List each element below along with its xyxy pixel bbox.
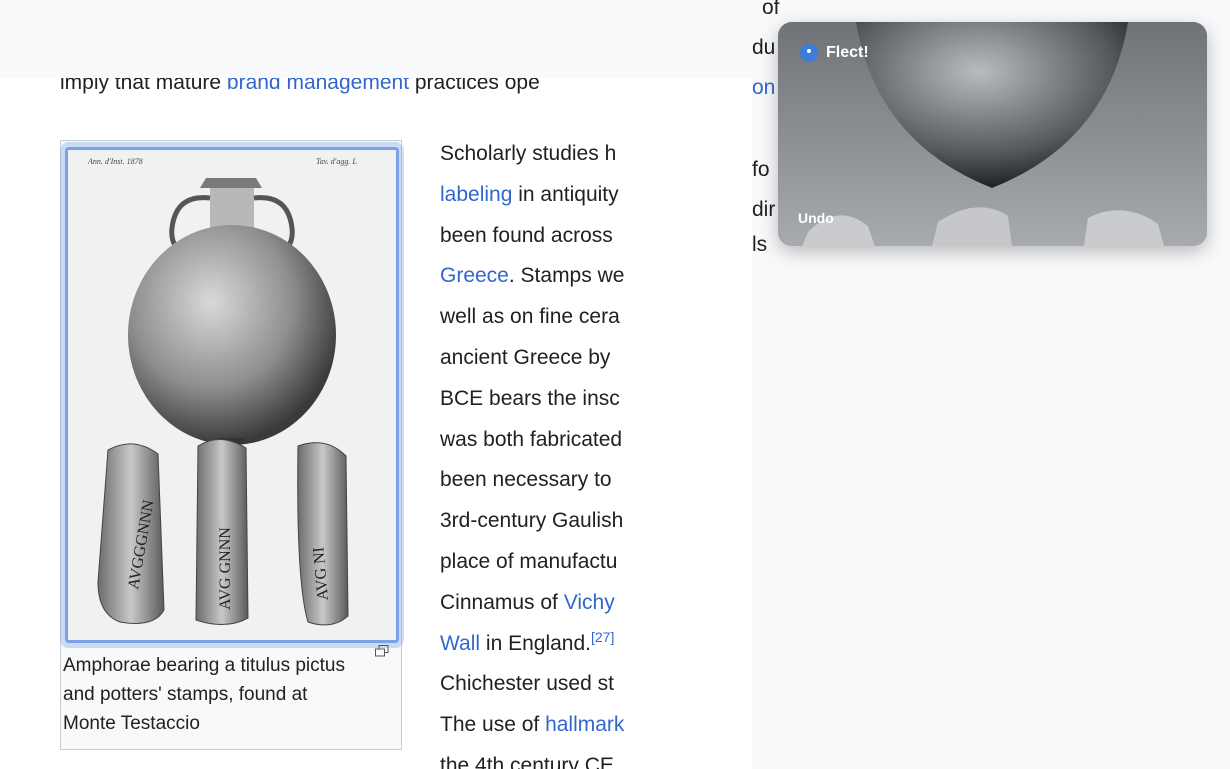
body-line: ancient Greece by <box>440 345 611 369</box>
body-line: well as on fine cera <box>440 305 620 329</box>
flect-title: Flect! <box>826 44 869 61</box>
flect-preview-popup[interactable]: Flect! Undo <box>778 22 1207 246</box>
body-line: been necessary to <box>440 468 612 492</box>
peek-fragment: fo <box>752 158 770 181</box>
body-line: was both fabricated <box>440 427 623 451</box>
peek-fragment: dir <box>752 198 776 221</box>
footnote-27-link[interactable]: [27] <box>591 629 614 645</box>
peek-fragment: ls <box>752 233 768 256</box>
flect-logo-icon <box>800 44 818 62</box>
body-line: Wall in England.[27] <box>440 628 615 655</box>
enlarge-icon[interactable] <box>375 645 389 657</box>
body-line: the 4th century CE <box>440 753 614 769</box>
hallmark-link[interactable]: hallmark <box>545 713 624 736</box>
peek-fragment: of <box>762 0 780 19</box>
article-content: imply that mature brand management pract… <box>0 0 662 769</box>
body-line: Scholarly studies h <box>440 142 617 165</box>
body-line: labeling in antiquity <box>440 182 619 206</box>
brand-management-link[interactable]: brand management <box>227 78 409 94</box>
intro-sentence: imply that mature brand management pract… <box>60 71 540 102</box>
peek-fragment: du <box>752 36 776 59</box>
wall-link[interactable]: Wall <box>440 632 480 655</box>
body-line: Greece. Stamps we <box>440 264 625 288</box>
plate-note-right: Tav. d'agg. L <box>316 157 357 166</box>
body-line: 3rd-century Gaulish <box>440 509 624 533</box>
plate-note-left: Ann. d'Inst. 1878 <box>87 157 143 166</box>
amphora-image[interactable]: Ann. d'Inst. 1878 Tav. d'agg. L AVGGGNNN… <box>65 147 399 643</box>
body-line: BCE bears the insc <box>440 386 620 410</box>
stamp-text-2: AVG GNNN <box>217 527 234 610</box>
intro-text-before: imply that mature <box>60 71 227 94</box>
flect-header: Flect! <box>800 44 869 62</box>
vichy-link[interactable]: Vichy <box>564 591 615 614</box>
figure-thumbnail: Ann. d'Inst. 1878 Tav. d'agg. L AVGGGNNN… <box>60 140 402 750</box>
amphora-drawing: Ann. d'Inst. 1878 Tav. d'agg. L AVGGGNNN… <box>68 150 396 640</box>
undo-button[interactable]: Undo <box>798 210 834 226</box>
labeling-link[interactable]: labeling <box>440 183 512 206</box>
greece-link[interactable]: Greece <box>440 264 509 287</box>
body-line: been found across <box>440 223 613 247</box>
figure-caption: Amphorae bearing a titulus pictus and po… <box>63 655 345 734</box>
body-line: The use of hallmark <box>440 713 625 737</box>
body-line: Chichester used st <box>440 672 614 696</box>
body-line: Cinnamus of Vichy <box>440 590 615 614</box>
body-paragraph: Scholarly studies h labeling in antiquit… <box>440 134 662 769</box>
body-line: place of manufactu <box>440 549 618 573</box>
peek-fragment-link[interactable]: on <box>752 68 775 108</box>
intro-text-after: practices ope <box>409 71 540 94</box>
